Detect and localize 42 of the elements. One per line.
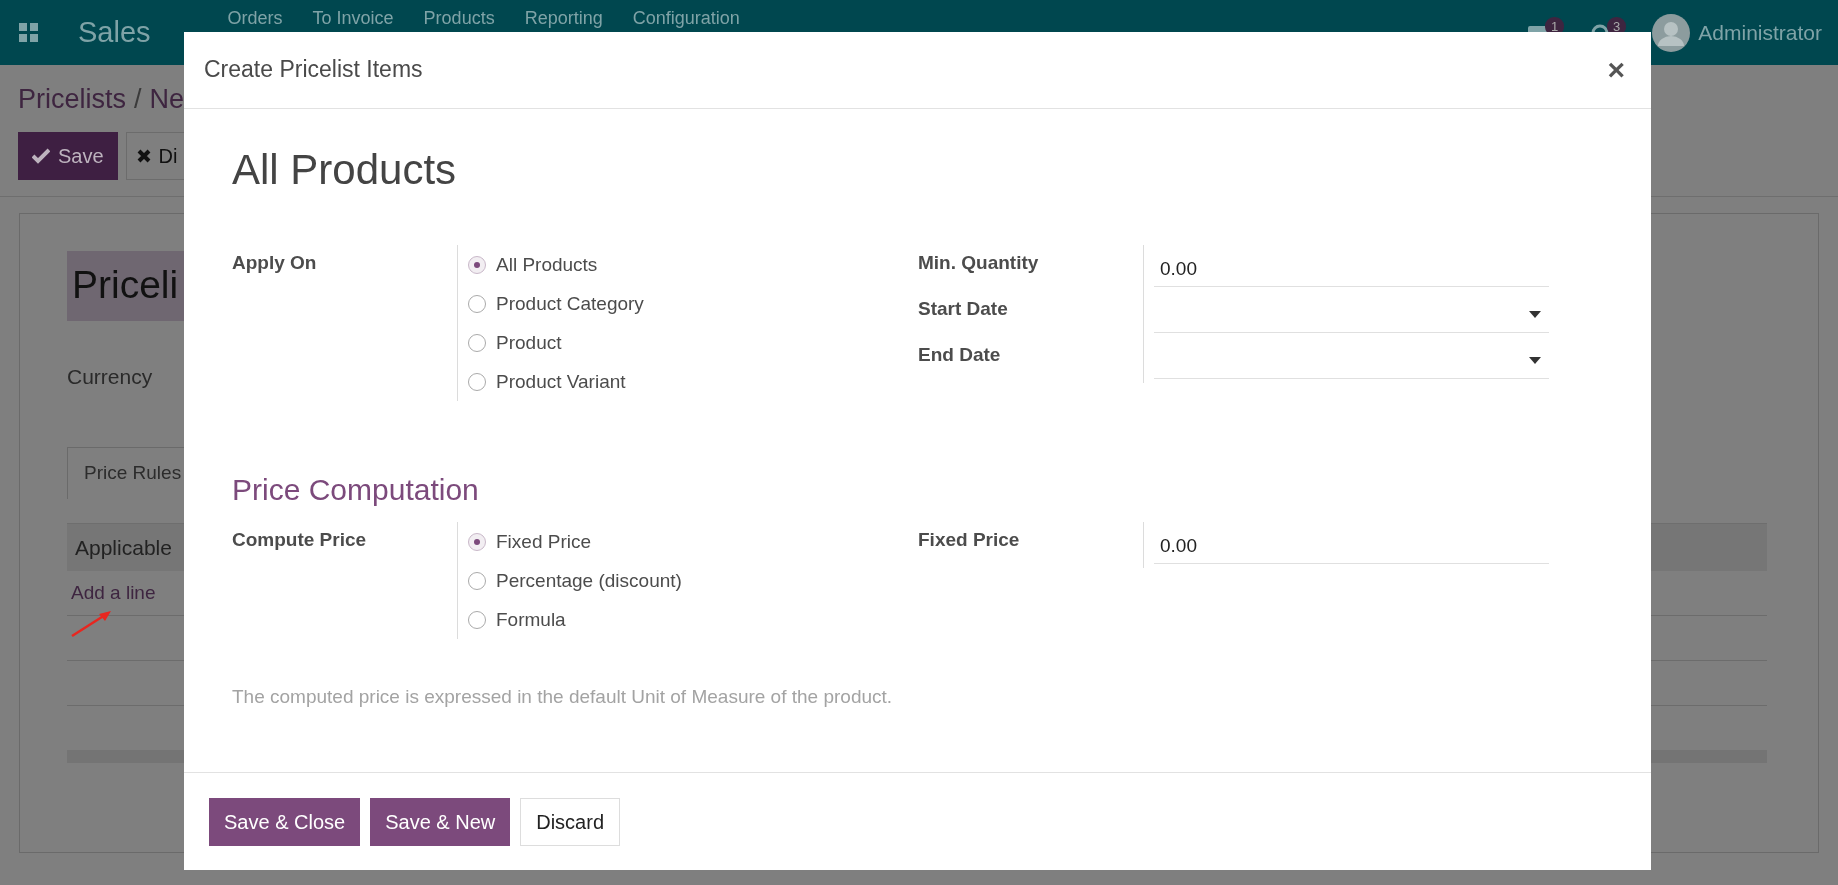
section-title: Price Computation [232, 472, 480, 509]
field-label: Apply On [232, 251, 318, 276]
close-button[interactable]: × [1601, 55, 1631, 85]
radio-option[interactable]: Product [468, 323, 918, 363]
radio-option[interactable]: Percentage (discount) [468, 561, 918, 601]
product-heading: All Products [232, 145, 458, 195]
breadcrumb-item[interactable]: Pricelists [18, 79, 126, 120]
help-text: The computed price is expressed in the default Unit of Measure of the product. [232, 685, 894, 710]
field-label: Currency [67, 363, 153, 390]
field-label: Min. Quantity [918, 251, 1040, 276]
column-header: Applicable [75, 534, 172, 561]
breadcrumb-item: Ne [149, 83, 185, 116]
breadcrumb-separator: / [134, 83, 142, 116]
save-button[interactable]: Save [18, 131, 118, 180]
discard-button[interactable]: Discard [520, 797, 621, 846]
close-icon[interactable] [136, 148, 151, 163]
app-name: Sales [78, 14, 151, 50]
check-icon[interactable] [32, 147, 50, 164]
radio-option[interactable]: Product Category [468, 284, 918, 324]
field-label: Compute Price [232, 528, 368, 553]
add-line-link[interactable]: Add a line [71, 578, 156, 608]
radio-option[interactable]: Product Variant [468, 362, 918, 402]
radio-option[interactable]: Formula [468, 600, 918, 640]
caret-icon[interactable] [1529, 311, 1541, 319]
field-label: Fixed Price [918, 528, 1021, 553]
dialog-title: Create Pricelist Items [204, 56, 423, 84]
user-avatar[interactable] [1652, 13, 1691, 52]
menu-item[interactable]: Configuration [632, 5, 740, 32]
menu-item[interactable]: Orders [227, 5, 283, 32]
user-name[interactable]: Administrator [1698, 16, 1822, 49]
radio-option[interactable]: All Products [468, 245, 918, 285]
annotation-arrow [69, 609, 113, 639]
menu-item[interactable]: To Invoice [312, 5, 394, 32]
caret-icon[interactable] [1529, 357, 1541, 365]
radio-option[interactable]: Fixed Price [468, 522, 918, 562]
field-label: Start Date [918, 297, 1009, 322]
apps-grid-icon[interactable] [19, 22, 39, 43]
menu-item[interactable]: Products [423, 5, 495, 32]
save-button[interactable]: Save & New [370, 797, 511, 846]
save-button[interactable]: Save & Close [209, 797, 361, 846]
field-label: End Date [918, 343, 1002, 368]
menu-item[interactable]: Reporting [524, 5, 603, 32]
